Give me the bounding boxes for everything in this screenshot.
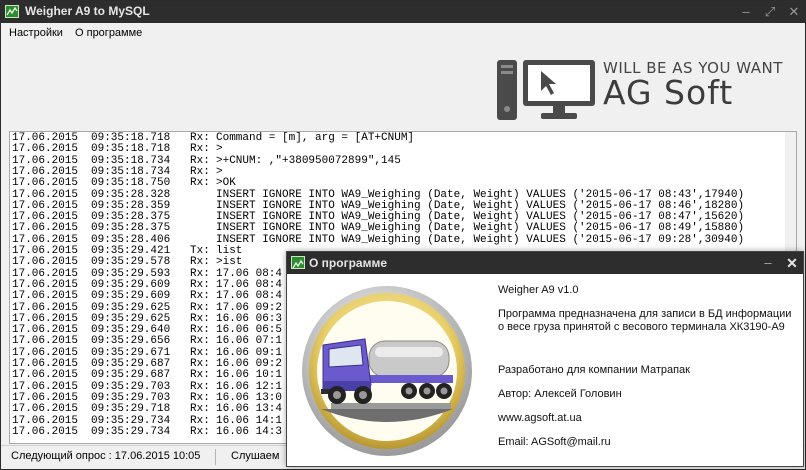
- logo-name: AG Soft: [603, 73, 734, 112]
- log-time: 09:35:29.578: [91, 256, 171, 269]
- about-website-link[interactable]: www.agsoft.at.ua: [498, 412, 582, 425]
- maximize-button[interactable]: ⤢: [761, 3, 779, 21]
- about-version: Weigher A9 v1.0: [498, 284, 579, 296]
- log-direction: Rx:: [190, 256, 210, 269]
- listening-status: Слушаем: [231, 450, 280, 462]
- about-dialog: О программе – ✕ Weigher A9 v1.0 Программ…: [286, 251, 804, 467]
- window-title: Weigher A9 to MySQL: [25, 4, 150, 18]
- app-icon: [291, 256, 305, 269]
- log-direction: Rx:: [190, 335, 210, 348]
- about-developed-for: Разработано для компании Матрапак: [498, 364, 690, 376]
- log-direction: Rx:: [190, 369, 210, 382]
- log-message: >OK: [216, 177, 236, 190]
- menu-settings[interactable]: Настройки: [9, 27, 63, 39]
- truck-logo-image: [302, 286, 472, 456]
- about-email-link[interactable]: Email: AGSoft@mail.ru: [498, 436, 611, 449]
- log-time: 09:35:29.687: [91, 369, 171, 382]
- log-message: >ist: [216, 256, 243, 269]
- about-title-bar[interactable]: О программе – ✕: [287, 252, 803, 274]
- log-time: 09:35:29.656: [91, 335, 171, 348]
- log-time: 09:35:29.718: [91, 403, 171, 416]
- log-direction: Rx:: [190, 177, 210, 190]
- about-close-button[interactable]: ✕: [783, 254, 801, 272]
- close-button[interactable]: ✕: [785, 3, 803, 21]
- log-date: 17.06.2015: [12, 403, 79, 416]
- log-direction: Rx:: [190, 403, 210, 416]
- about-description: Программа предназначена для записи в БД …: [498, 308, 792, 333]
- log-message: >+CNUM: ,"+380950072899",145: [216, 154, 401, 167]
- log-date: 17.06.2015: [12, 425, 79, 438]
- log-message: Command = [m], arg = [AT+CNUM]: [216, 132, 415, 144]
- log-date: 17.06.2015: [12, 143, 79, 156]
- menu-about[interactable]: О программе: [75, 27, 142, 39]
- log-date: 17.06.2015: [12, 369, 79, 382]
- log-date: 17.06.2015: [12, 335, 79, 348]
- log-line: 17.06.2015 09:35:28.375 INSERT IGNORE INTO…: [12, 222, 792, 235]
- log-time: 09:35:18.750: [91, 177, 171, 190]
- log-message: INSERT IGNORE INTO WA9_Weighing (Date, W…: [216, 222, 745, 235]
- log-direction: Rx:: [190, 143, 210, 156]
- log-date: 17.06.2015: [12, 177, 79, 190]
- log-date: 17.06.2015: [12, 256, 79, 269]
- log-message: 17.06 08:4: [216, 290, 283, 303]
- log-message: 16.06 07:1: [216, 335, 283, 348]
- log-line: 17.06.2015 09:35:18.750 Rx: >OK: [12, 177, 792, 190]
- about-title: О программе: [309, 256, 388, 270]
- log-message: 16.06 14:3: [216, 425, 283, 438]
- about-minimize-button[interactable]: –: [759, 254, 777, 272]
- menu-bar: Настройки О программе: [1, 23, 805, 45]
- log-message: 16.06 13:4: [216, 403, 283, 416]
- next-poll-status: Следующий опрос : 17.06.2015 10:05: [11, 450, 201, 462]
- minimize-button[interactable]: –: [737, 3, 755, 21]
- log-time: 09:35:29.609: [91, 290, 171, 303]
- log-line: 17.06.2015 09:35:18.718 Rx: >: [12, 143, 792, 156]
- log-message: >: [216, 143, 223, 156]
- log-direction: Rx:: [190, 425, 210, 438]
- log-date: 17.06.2015: [12, 290, 79, 303]
- app-icon: [5, 5, 19, 18]
- log-time: 09:35:28.375: [91, 222, 171, 235]
- log-time: 09:35:18.718: [91, 143, 171, 156]
- log-time: 09:35:29.734: [91, 425, 171, 438]
- log-message: INSERT IGNORE INTO WA9_Weighing (Date, W…: [216, 233, 745, 246]
- status-separator: [215, 449, 216, 465]
- about-author: Автор: Алексей Головин: [498, 388, 622, 400]
- log-message: 16.06 10:1: [216, 369, 283, 382]
- title-bar[interactable]: Weigher A9 to MySQL – ⤢ ✕: [1, 1, 805, 23]
- log-date: 17.06.2015: [12, 222, 79, 235]
- company-logo: WILL BE AS YOU WANT AG Soft: [495, 59, 795, 123]
- computer-icon: [497, 60, 595, 120]
- log-direction: Rx:: [190, 290, 210, 303]
